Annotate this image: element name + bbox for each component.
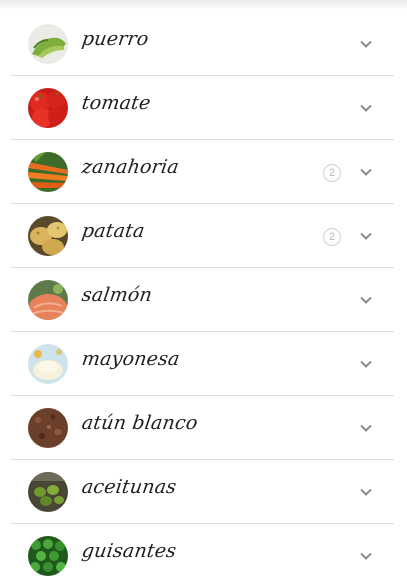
list-item-zanahoria[interactable]: zanahoria 2	[11, 140, 394, 204]
tuna-icon	[28, 408, 68, 448]
list-item-guisantes[interactable]: guisantes	[11, 524, 394, 587]
salmon-icon	[28, 280, 68, 320]
chevron-down-icon[interactable]	[358, 228, 374, 244]
list-item-mayonesa[interactable]: mayonesa	[11, 332, 394, 396]
chevron-down-icon[interactable]	[358, 36, 374, 52]
tomato-icon	[28, 88, 68, 128]
list-item-puerro[interactable]: puerro	[11, 12, 394, 76]
peas-icon	[28, 536, 68, 576]
chevron-down-icon[interactable]	[358, 100, 374, 116]
list-item-atun-blanco[interactable]: atún blanco	[11, 396, 394, 460]
item-label: guisantes	[80, 540, 178, 562]
carrot-icon	[28, 152, 68, 192]
ingredient-list: puerro tomate zanahoria 2 patata 2 salmó…	[11, 12, 394, 587]
olives-icon	[28, 472, 68, 512]
item-label: aceitunas	[80, 476, 178, 498]
count-badge: 2	[323, 164, 341, 182]
list-item-aceitunas[interactable]: aceitunas	[11, 460, 394, 524]
chevron-down-icon[interactable]	[358, 420, 374, 436]
item-label: tomate	[80, 92, 153, 114]
header-shadow	[0, 0, 407, 10]
chevron-down-icon[interactable]	[358, 356, 374, 372]
item-label: mayonesa	[80, 348, 182, 370]
list-item-salmon[interactable]: salmón	[11, 268, 394, 332]
item-label: puerro	[80, 28, 150, 50]
chevron-down-icon[interactable]	[358, 548, 374, 564]
mayonnaise-icon	[28, 344, 68, 384]
leek-icon	[28, 24, 68, 64]
list-item-patata[interactable]: patata 2	[11, 204, 394, 268]
count-badge: 2	[323, 228, 341, 246]
potato-icon	[28, 216, 68, 256]
chevron-down-icon[interactable]	[358, 292, 374, 308]
list-item-tomate[interactable]: tomate	[11, 76, 394, 140]
chevron-down-icon[interactable]	[358, 164, 374, 180]
item-label: atún blanco	[80, 412, 200, 434]
item-label: zanahoria	[80, 156, 181, 178]
chevron-down-icon[interactable]	[358, 484, 374, 500]
item-label: patata	[80, 220, 147, 242]
item-label: salmón	[80, 284, 154, 306]
